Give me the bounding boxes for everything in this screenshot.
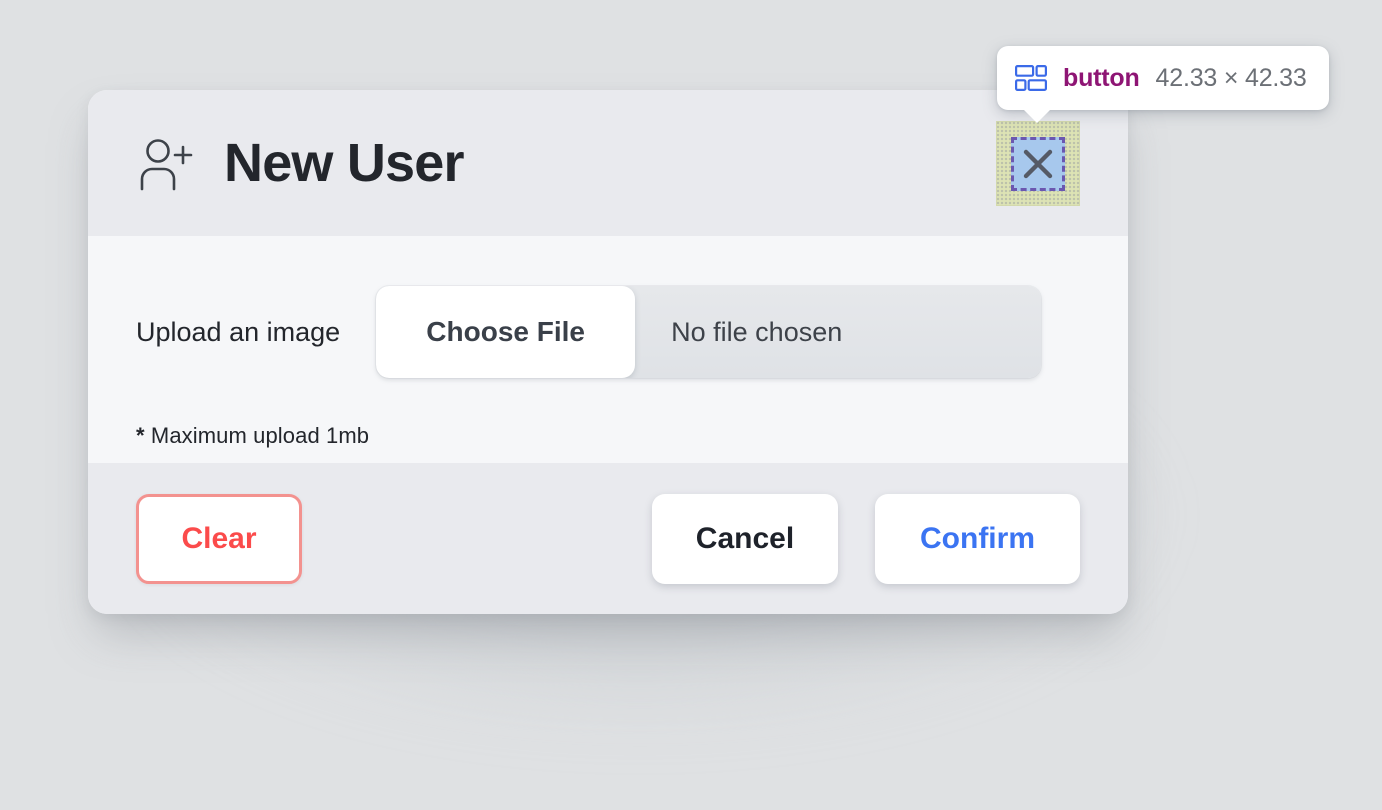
dialog-header-left: New User	[136, 130, 465, 196]
new-user-dialog: New User Upload an image Choose File No …	[88, 90, 1128, 614]
upload-note: * Maximum upload 1mb	[136, 423, 1080, 449]
close-button-inspect-overlay	[996, 121, 1080, 206]
inspector-element-tag: button	[1063, 63, 1140, 92]
inspector-tooltip: button 42.33 × 42.33	[997, 46, 1329, 123]
cancel-button[interactable]: Cancel	[652, 493, 838, 584]
upload-row: Upload an image Choose File No file chos…	[136, 286, 1080, 378]
upload-note-text: Maximum upload 1mb	[150, 423, 370, 448]
close-button[interactable]	[1011, 137, 1065, 191]
dialog-header: New User	[88, 90, 1128, 236]
inspector-dimensions: 42.33 × 42.33	[1155, 63, 1307, 92]
user-plus-icon	[136, 130, 198, 196]
choose-file-button[interactable]: Choose File	[376, 286, 636, 378]
footer-actions: Cancel Confirm	[652, 493, 1080, 584]
confirm-button[interactable]: Confirm	[875, 493, 1080, 584]
file-name-display: No file chosen	[671, 316, 843, 347]
page-title: New User	[224, 133, 465, 193]
layout-grid-icon	[1015, 65, 1047, 91]
file-input[interactable]: Choose File No file chosen	[376, 286, 1042, 378]
upload-note-asterisk: *	[136, 423, 145, 448]
clear-button[interactable]: Clear	[136, 493, 302, 584]
dialog-body: Upload an image Choose File No file chos…	[88, 236, 1128, 463]
upload-label: Upload an image	[136, 316, 341, 347]
dialog-footer: Clear Cancel Confirm	[88, 463, 1128, 614]
